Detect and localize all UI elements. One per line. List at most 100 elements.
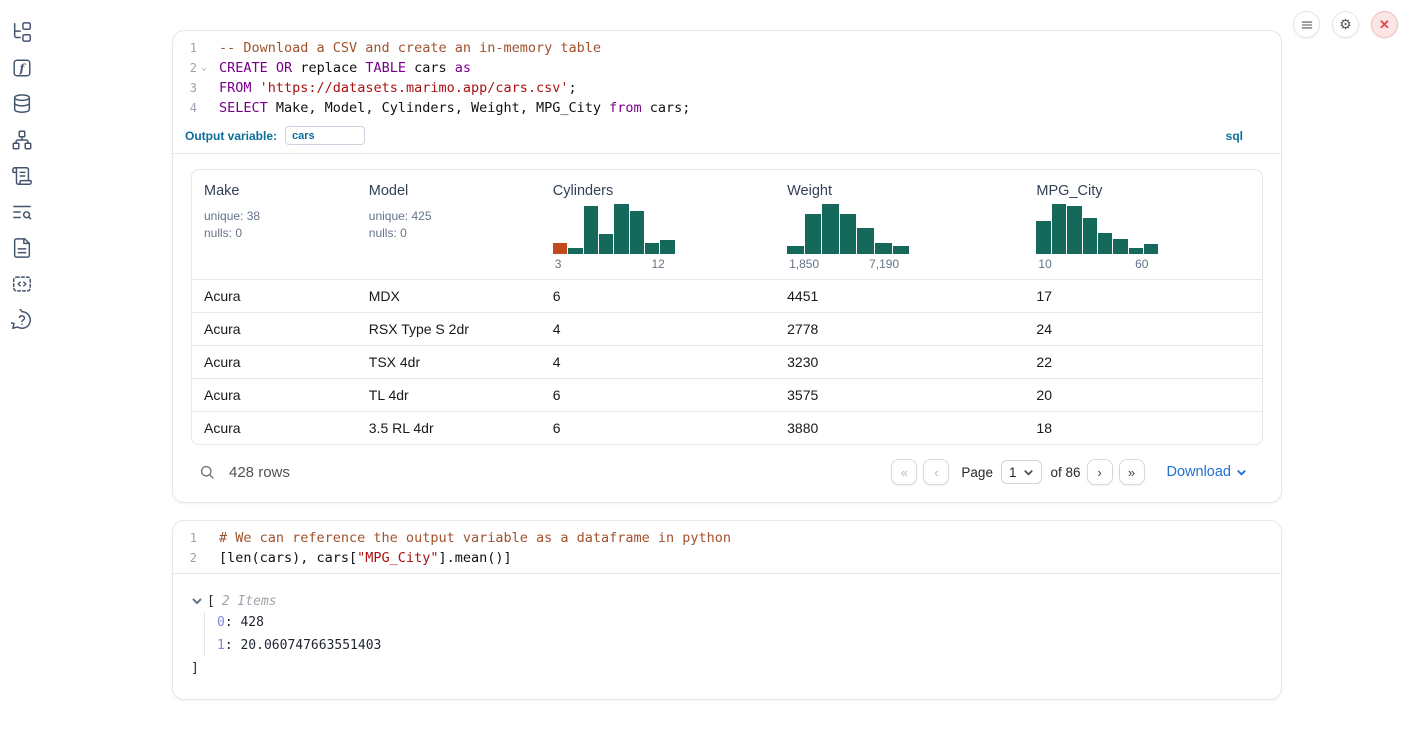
chevron-down-icon [1236,467,1247,478]
sidebar-item-file-tree[interactable] [11,20,34,43]
table-cell: 22 [1024,354,1262,370]
table-output: Makeunique: 38nulls: 0Modelunique: 425nu… [173,154,1281,502]
settings-button[interactable]: ⚙ [1332,11,1359,38]
sidebar-item-dependencies[interactable] [11,128,34,151]
database-icon [11,93,33,115]
table-header: Makeunique: 38nulls: 0Modelunique: 425nu… [192,170,1262,279]
table-cell: 20 [1024,387,1262,403]
code-line: 4SELECT Make, Model, Cylinders, Weight, … [173,98,1281,118]
line-number-gutter: 3 [173,81,213,95]
histogram-bar [1067,206,1081,254]
sidebar-item-snippets[interactable] [11,272,34,295]
table-cell: TL 4dr [357,387,541,403]
histogram-bar [1098,233,1112,254]
download-button[interactable]: Download [1167,464,1248,480]
search-button[interactable] [193,458,221,486]
table-cell: Acura [192,420,357,436]
column-header: MPG_City1060 [1024,180,1262,279]
histogram-max-label: 60 [1135,257,1148,271]
cell-output: [ 2 Items 0: 4281: 20.060747663551403 ] [173,574,1281,699]
table-cell: 3575 [775,387,1024,403]
table-row: AcuraMDX6445117 [192,279,1262,312]
sidebar-item-function[interactable]: f [11,56,34,79]
table-cell: Acura [192,288,357,304]
histogram-bar [614,204,628,254]
file-tree-icon [11,21,33,43]
next-page-button[interactable]: › [1087,459,1113,485]
function-icon: f [11,57,33,79]
svg-text:f: f [19,61,27,75]
snippets-icon [11,273,33,295]
python-cell: 1# We can reference the output variable … [172,520,1282,700]
fold-chevron-icon[interactable]: ⌄ [197,63,211,73]
histogram-bar [805,214,822,254]
sidebar-item-datasources[interactable] [11,92,34,115]
histogram-bar [568,248,582,254]
sidebar-item-help[interactable] [11,308,34,331]
table-cell: 3.5 RL 4dr [357,420,541,436]
table-cell: 3880 [775,420,1024,436]
histogram-max-label: 12 [651,257,664,271]
prev-page-button[interactable]: ‹ [923,459,949,485]
bracket-close: ] [191,661,199,676]
column-name[interactable]: Cylinders [553,180,763,202]
histogram-bar [1144,244,1158,254]
page-value: 1 [1009,465,1017,480]
data-table: Makeunique: 38nulls: 0Modelunique: 425nu… [191,169,1263,445]
line-number-gutter: 1 [173,531,213,545]
histogram-bar [822,204,839,254]
page-select[interactable]: 1 [1001,460,1043,484]
column-name[interactable]: Model [369,180,529,202]
collapse-chevron-icon[interactable] [191,595,203,607]
output-variable-label: Output variable: [185,129,277,143]
sidebar-item-scratchpad[interactable] [11,164,34,187]
last-page-button[interactable]: » [1119,459,1145,485]
code-line: 3FROM 'https://datasets.marimo.app/cars.… [173,78,1281,98]
menu-button[interactable] [1293,11,1320,38]
help-icon [11,309,33,331]
column-histogram: 312 [553,204,675,279]
items-count: 2 Items [222,594,277,609]
table-row: AcuraRSX Type S 2dr4277824 [192,312,1262,345]
table-cell: Acura [192,321,357,337]
column-name[interactable]: MPG_City [1036,180,1250,202]
shutdown-button[interactable]: ✕ [1371,11,1398,38]
table-cell: Acura [192,387,357,403]
python-code-editor[interactable]: 1# We can reference the output variable … [173,521,1281,574]
sidebar: f [0,0,44,331]
code-line: 1-- Download a CSV and create an in-memo… [173,38,1281,58]
sql-cell: 1-- Download a CSV and create an in-memo… [172,30,1282,503]
column-header: Cylinders312 [541,180,775,279]
table-cell: TSX 4dr [357,354,541,370]
histogram-bar [1052,204,1066,254]
table-cell: 4 [541,354,775,370]
sidebar-item-documentation[interactable] [11,236,34,259]
table-footer: 428 rows « ‹ Page 1 of 86 › » Download [191,445,1263,502]
table-body: AcuraMDX6445117AcuraRSX Type S 2dr427782… [192,279,1262,444]
table-row: AcuraTSX 4dr4323022 [192,345,1262,378]
histogram-bar [630,211,644,254]
table-cell: 6 [541,387,775,403]
table-cell: 4451 [775,288,1024,304]
line-number-gutter: 2⌄ [173,61,213,75]
output-variable-bar: Output variable: sql [173,123,1281,154]
table-cell: 24 [1024,321,1262,337]
gear-icon: ⚙ [1339,16,1352,33]
column-name[interactable]: Weight [787,180,1012,202]
histogram-min-label: 1,850 [789,257,819,271]
sidebar-item-logs[interactable] [11,200,34,223]
tree-entries: 0: 4281: 20.060747663551403 [204,612,1263,657]
histogram-bar [875,243,892,254]
line-number-gutter: 1 [173,41,213,55]
sql-code-editor[interactable]: 1-- Download a CSV and create an in-memo… [173,31,1281,123]
line-number-gutter: 4 [173,101,213,115]
dependency-graph-icon [11,129,33,151]
search-icon [199,464,216,481]
output-variable-input[interactable] [285,126,365,145]
page-label: Page [961,465,993,480]
table-cell: 2778 [775,321,1024,337]
first-page-button[interactable]: « [891,459,917,485]
line-number-gutter: 2 [173,551,213,565]
column-name[interactable]: Make [204,180,345,202]
language-badge: sql [1226,129,1269,143]
